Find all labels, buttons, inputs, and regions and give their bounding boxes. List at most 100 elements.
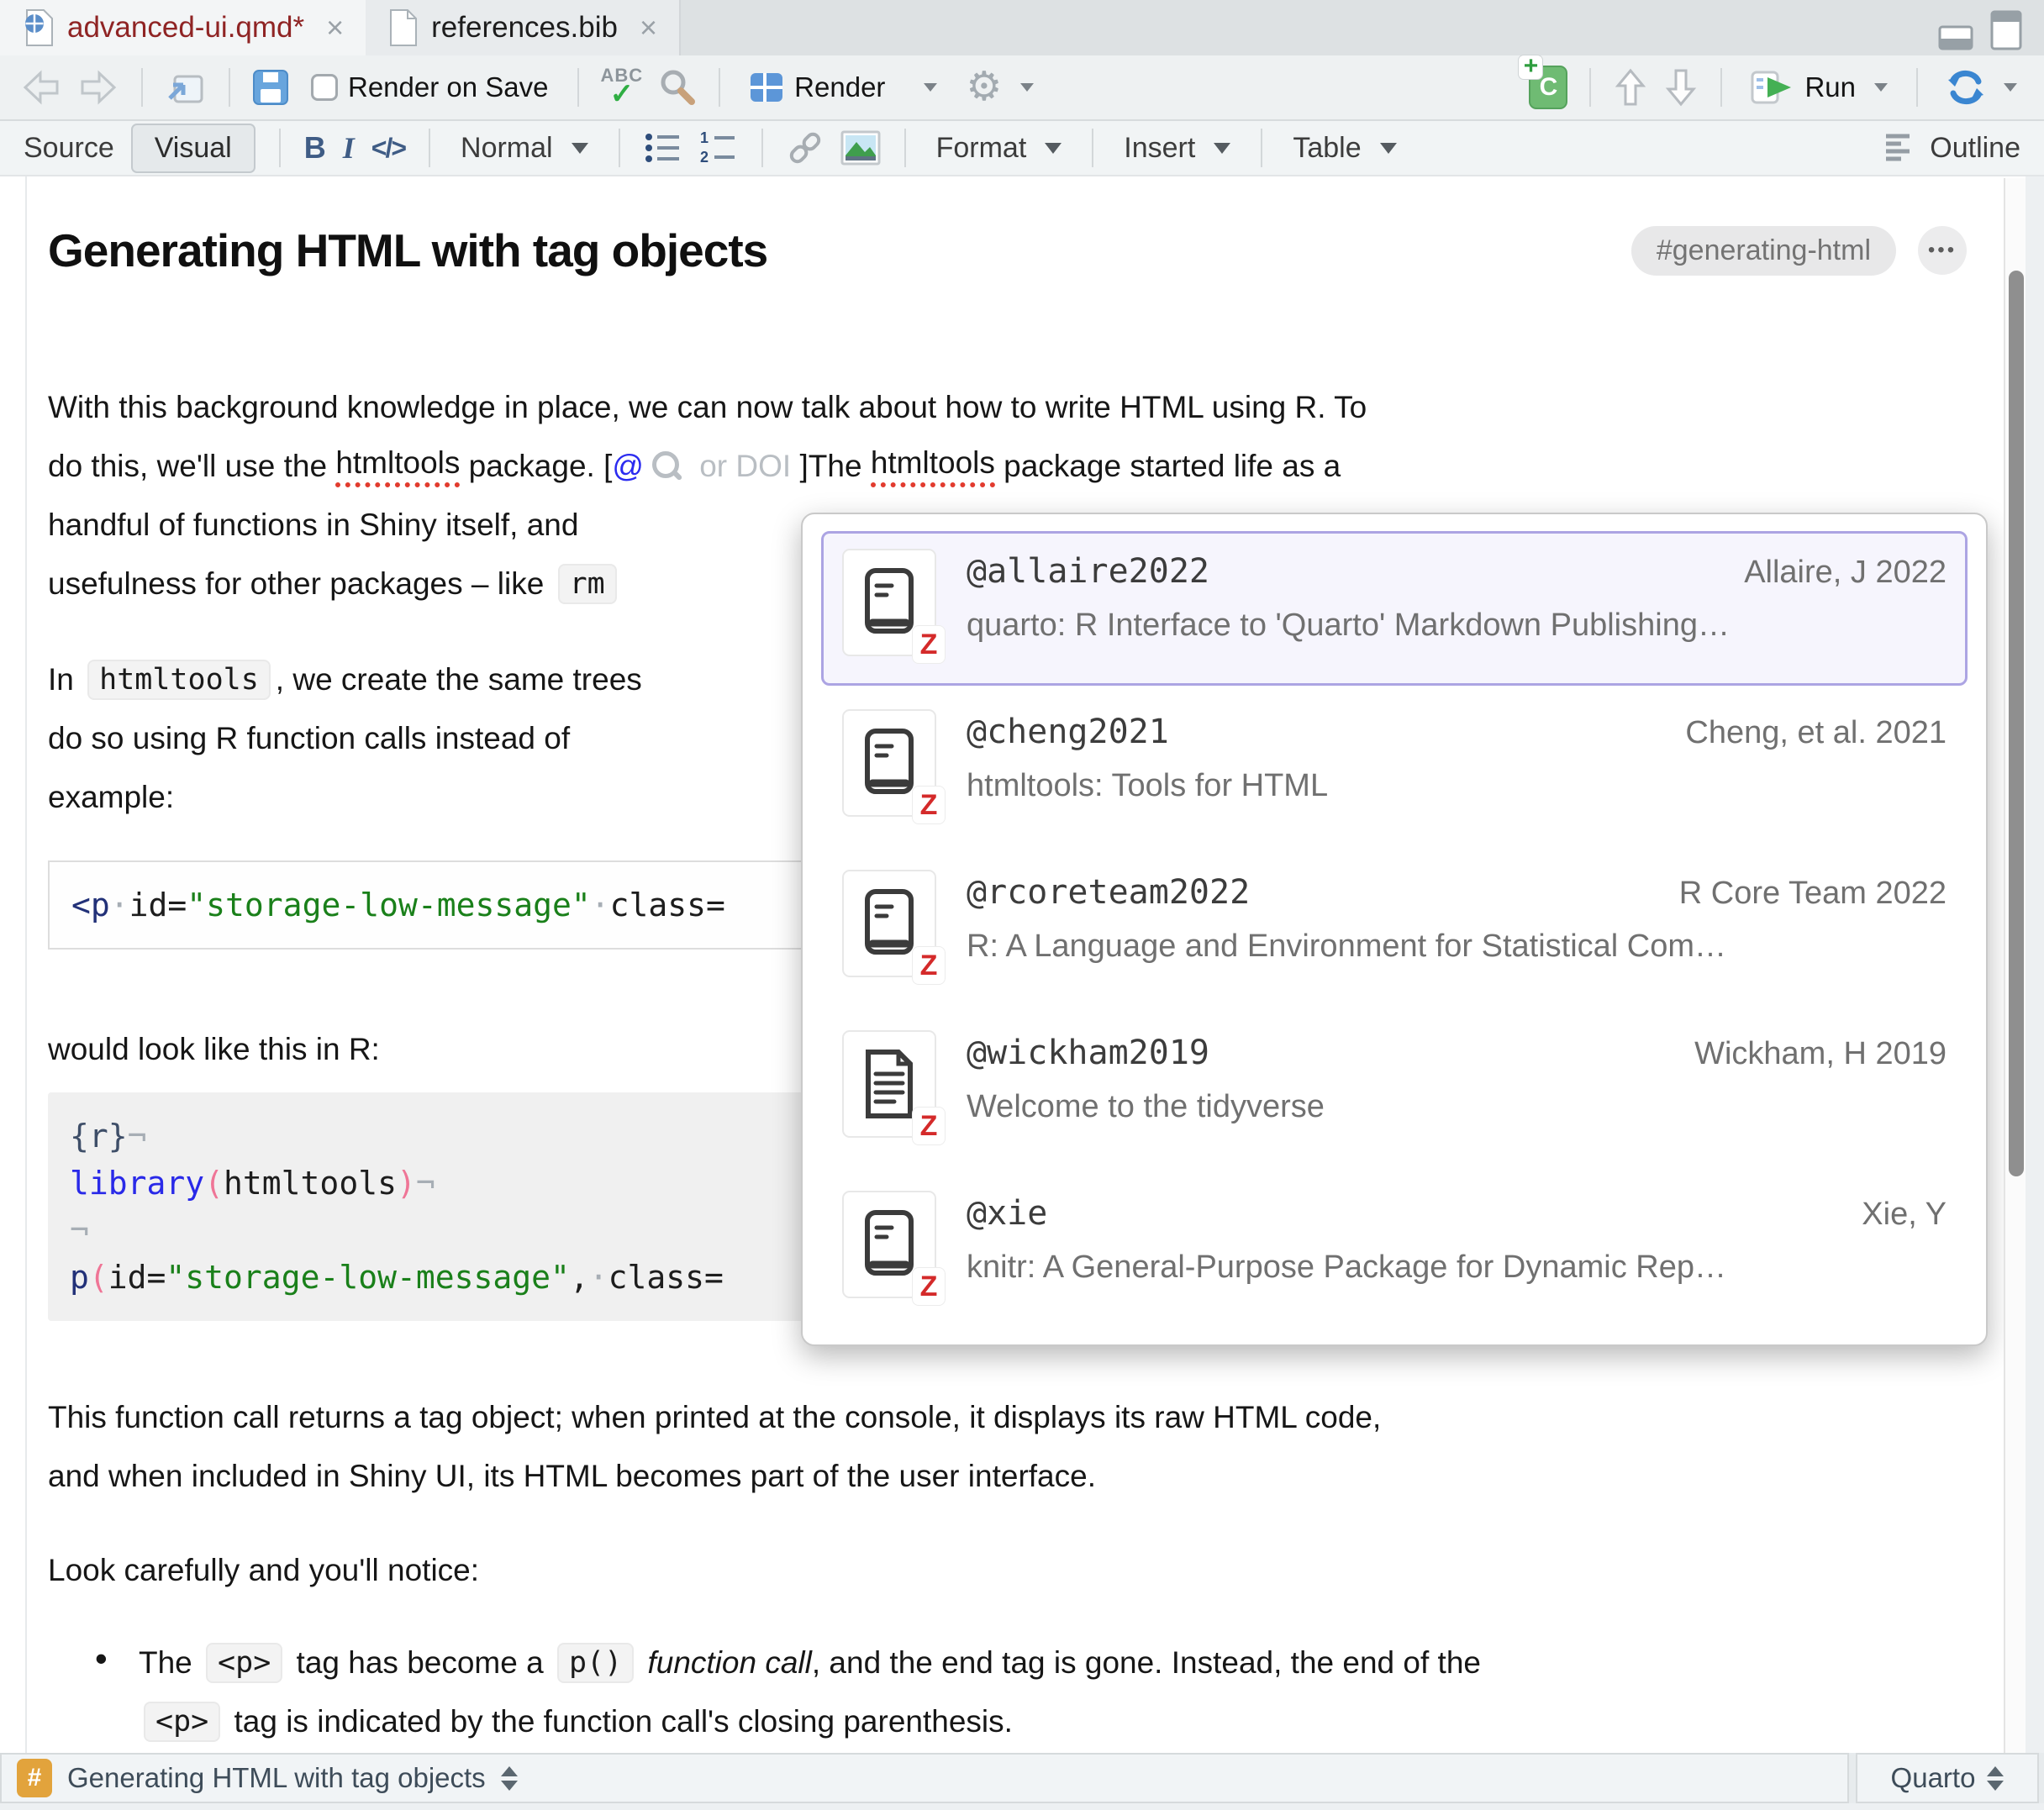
divider: [279, 129, 281, 167]
divider: [1589, 68, 1591, 107]
go-next-section-icon[interactable]: [1663, 67, 1699, 108]
minimize-pane-icon[interactable]: [1936, 18, 1977, 52]
zotero-badge: Z: [913, 947, 945, 984]
tab-advanced-ui-qmd[interactable]: advanced-ui.qmd* ×: [0, 0, 366, 55]
section-heading: Generating HTML with tag objects: [48, 224, 1631, 277]
bold-button[interactable]: B: [304, 130, 326, 166]
spellcheck-icon[interactable]: ABC✓: [601, 66, 644, 108]
citation-title: R: A Language and Environment for Statis…: [967, 929, 1947, 965]
divider: [1092, 129, 1093, 167]
insert-chunk-button[interactable]: +C: [1529, 66, 1567, 109]
inline-code-button[interactable]: </>: [371, 133, 405, 164]
citation-title: knitr: A General-Purpose Package for Dyn…: [967, 1250, 1947, 1286]
save-icon[interactable]: [252, 69, 289, 106]
book-icon: [864, 1209, 914, 1280]
paragraph-style-label: Normal: [461, 132, 553, 165]
section-navigator[interactable]: # Generating HTML with tag objects: [0, 1753, 1849, 1803]
citation-item[interactable]: Z @allaire2022 Allaire, J 2022 quarto: R…: [821, 531, 1968, 686]
citation-title: quarto: R Interface to 'Quarto' Markdown…: [967, 608, 1947, 644]
go-previous-section-icon[interactable]: [1613, 67, 1648, 108]
source-dropdown-icon[interactable]: [2004, 83, 2017, 92]
close-icon[interactable]: ×: [640, 10, 657, 45]
tab-references-bib[interactable]: references.bib ×: [366, 0, 681, 55]
render-label: Render: [794, 71, 885, 103]
render-button[interactable]: Render: [742, 65, 944, 110]
image-icon[interactable]: [840, 130, 881, 166]
citation-type-icon: Z: [842, 709, 936, 817]
section-options-button[interactable]: •••: [1918, 226, 1967, 275]
article-icon: [863, 1049, 915, 1119]
citation-id: @xie: [967, 1194, 1047, 1233]
citation-author: Wickham, H 2019: [1694, 1036, 1947, 1072]
citation-title: Welcome to the tidyverse: [967, 1089, 1947, 1125]
citation-title: htmltools: Tools for HTML: [967, 768, 1947, 804]
heading-hash-icon: #: [17, 1759, 52, 1797]
maximize-pane-icon[interactable]: [1989, 8, 2026, 52]
citation-type-icon: Z: [842, 870, 936, 977]
file-icon: [387, 8, 418, 47]
citation-item[interactable]: Z @cheng2021 Cheng, et al. 2021 htmltool…: [821, 692, 1968, 846]
open-in-window-icon[interactable]: [165, 68, 207, 107]
render-icon: [749, 70, 784, 105]
book-icon: [864, 888, 914, 959]
gear-icon: ⚙: [966, 67, 1002, 108]
source-mode-button[interactable]: Source: [24, 132, 114, 165]
divider: [1720, 68, 1722, 107]
italic-button[interactable]: I: [343, 130, 355, 166]
forward-arrow-icon[interactable]: [77, 68, 119, 107]
citation-text: @wickham2019 Wickham, H 2019 Welcome to …: [967, 1027, 1947, 1153]
citation-text: @allaire2022 Allaire, J 2022 quarto: R I…: [967, 545, 1947, 671]
zotero-badge: Z: [913, 1268, 945, 1305]
insert-menu[interactable]: Insert: [1117, 127, 1237, 170]
format-menu[interactable]: Format: [930, 127, 1069, 170]
svg-text:2: 2: [700, 149, 709, 166]
format-menu-label: Format: [936, 132, 1027, 165]
paragraph: Look carefully and you'll notice:: [48, 1541, 1967, 1600]
citation-text: @rcoreteam2022 R Core Team 2022 R: A Lan…: [967, 866, 1947, 992]
citation-type-icon: Z: [842, 549, 936, 656]
run-dropdown-icon[interactable]: [1874, 83, 1888, 92]
table-menu[interactable]: Table: [1286, 127, 1403, 170]
link-icon[interactable]: [787, 129, 824, 166]
outline-icon: [1883, 133, 1916, 163]
tab-label: advanced-ui.qmd*: [67, 11, 304, 45]
book-icon: [864, 728, 914, 798]
citation-id: @cheng2021: [967, 713, 1169, 751]
section-navigator-label: Generating HTML with tag objects: [67, 1762, 486, 1794]
outline-toggle[interactable]: Outline: [1930, 132, 2020, 165]
render-on-save-checkbox[interactable]: [311, 74, 338, 101]
zotero-badge: Z: [913, 626, 945, 663]
citation-author: Cheng, et al. 2021: [1685, 715, 1947, 751]
sort-arrows-icon: [501, 1766, 518, 1791]
render-dropdown-icon[interactable]: [924, 83, 937, 92]
vertical-scrollbar[interactable]: [2004, 178, 2026, 1753]
divider: [719, 68, 720, 107]
divider: [429, 129, 430, 167]
citation-text: @xie Xie, Y knitr: A General-Purpose Pac…: [967, 1187, 1947, 1313]
paragraph: This function call returns a tag object;…: [48, 1388, 1967, 1506]
chevron-down-icon: [1045, 143, 1062, 154]
search-icon: [651, 448, 684, 485]
back-arrow-icon[interactable]: [20, 68, 62, 107]
bullet-list-icon[interactable]: [644, 130, 682, 166]
source-document-button[interactable]: [1940, 63, 2024, 112]
document-mode-selector[interactable]: Quarto: [1856, 1753, 2039, 1803]
visual-mode-button[interactable]: Visual: [131, 124, 256, 173]
settings-dropdown-icon[interactable]: [1020, 83, 1034, 92]
paragraph-style-dropdown[interactable]: Normal: [454, 127, 595, 170]
close-icon[interactable]: ×: [326, 10, 344, 45]
numbered-list-icon[interactable]: 12: [699, 130, 738, 166]
citation-item[interactable]: Z @wickham2019 Wickham, H 2019 Welcome t…: [821, 1013, 1968, 1167]
citation-item[interactable]: Z @xie Xie, Y knitr: A General-Purpose P…: [821, 1173, 1968, 1328]
scrollbar-thumb[interactable]: [2009, 271, 2024, 1176]
run-button[interactable]: Run: [1744, 64, 1894, 111]
book-icon: [864, 567, 914, 638]
search-icon[interactable]: [658, 68, 697, 107]
render-on-save-toggle[interactable]: Render on Save: [304, 66, 556, 108]
render-on-save-label: Render on Save: [348, 71, 549, 103]
settings-button[interactable]: ⚙: [959, 62, 1040, 113]
citation-item[interactable]: Z @rcoreteam2022 R Core Team 2022 R: A L…: [821, 852, 1968, 1007]
divider: [1261, 129, 1262, 167]
insert-menu-label: Insert: [1124, 132, 1195, 165]
text-line: Look carefully and you'll notice:: [48, 1541, 1967, 1600]
